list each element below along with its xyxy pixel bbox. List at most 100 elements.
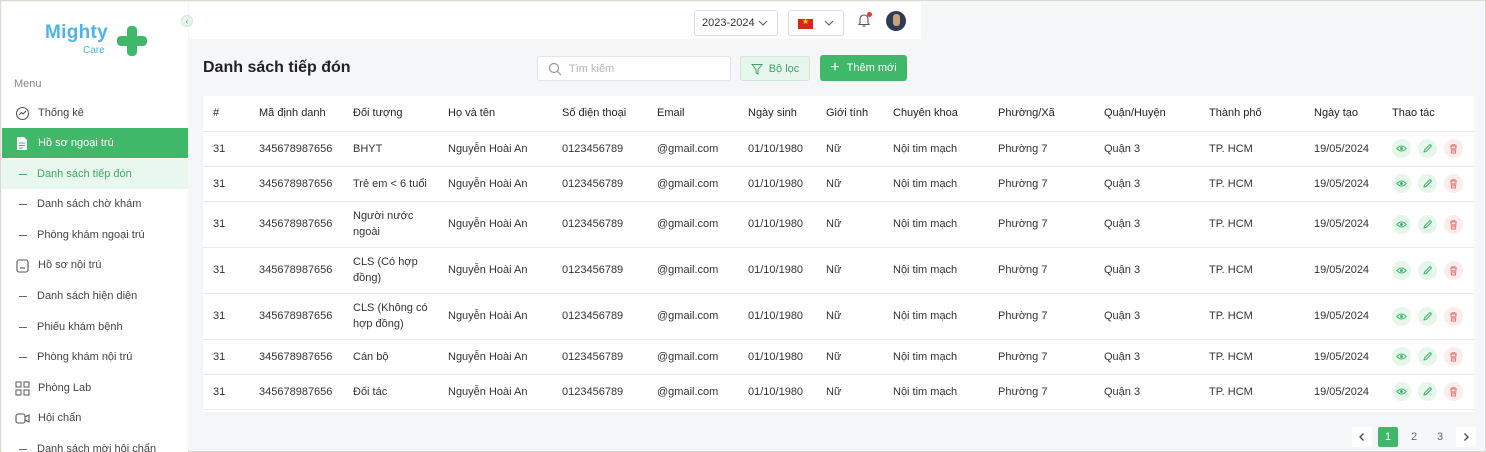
- table-row[interactable]: 31 345678987656 Đối tác Nguyễn Hoài An 01234…: [203, 374, 1474, 410]
- table-cell: Nguyễn Hoài An: [438, 201, 552, 248]
- table-cell: Phường 7: [988, 293, 1094, 340]
- trash-icon: [1450, 352, 1457, 362]
- table-cell: Quận 3: [1094, 293, 1199, 340]
- logo[interactable]: Mighty Care: [42, 20, 152, 60]
- table-cell: Nữ: [816, 374, 883, 410]
- view-button[interactable]: [1392, 306, 1411, 326]
- view-button[interactable]: [1392, 347, 1411, 366]
- page-button[interactable]: 2: [1404, 427, 1424, 447]
- pagination: 123: [1352, 427, 1476, 447]
- table-row[interactable]: 31 345678987656 BHYT Nguyễn Hoài An 01234567…: [203, 131, 1474, 167]
- table-cell: Nguyễn Hoài An: [438, 374, 552, 410]
- filter-button-label: Bộ lọc: [768, 62, 800, 75]
- eye-icon: [1396, 145, 1407, 152]
- table-cell: Nữ: [816, 131, 883, 167]
- edit-button[interactable]: [1418, 306, 1437, 326]
- delete-button[interactable]: [1444, 214, 1463, 234]
- table-cell: TP. HCM: [1199, 247, 1304, 294]
- sidebar-item-danh-sach-moi-hoi-chan[interactable]: Danh sách mời hội chẩn: [2, 434, 188, 452]
- dash-icon: [19, 356, 27, 358]
- sidebar-item-phong-kham-noi-tru[interactable]: Phòng khám nội trú: [2, 342, 188, 372]
- document-icon: [14, 135, 30, 151]
- sidebar-item-label: Danh sách hiện diện: [37, 290, 138, 302]
- sidebar-item-phieu-kham-benh[interactable]: Phiếu khám bệnh: [2, 312, 188, 342]
- table-cell: TP. HCM: [1199, 339, 1304, 375]
- table-cell: Quận 3: [1094, 339, 1199, 375]
- sidebar-item-label: Hội chẩn: [38, 412, 82, 424]
- search-input[interactable]: [569, 62, 719, 75]
- add-new-button-label: Thêm mới: [846, 62, 897, 74]
- table-row[interactable]: 31 345678987656 Trẻ em < 6 tuổi Nguyễn Hoài…: [203, 166, 1474, 202]
- language-select[interactable]: [788, 10, 844, 36]
- page-button[interactable]: 3: [1430, 427, 1450, 447]
- next-page-button[interactable]: [1456, 427, 1476, 447]
- column-header: Giới tính: [816, 96, 883, 132]
- delete-button[interactable]: [1444, 139, 1463, 158]
- delete-button[interactable]: [1444, 382, 1463, 401]
- edit-button[interactable]: [1418, 347, 1437, 366]
- view-button[interactable]: [1392, 382, 1411, 401]
- table-cell: Quận 3: [1094, 247, 1199, 294]
- edit-button[interactable]: [1418, 382, 1437, 401]
- table-cell: Người nước ngoài: [343, 201, 438, 248]
- view-button[interactable]: [1392, 260, 1411, 280]
- actions-cell: [1382, 247, 1474, 294]
- sidebar-item-phong-lab[interactable]: Phòng Lab: [2, 373, 188, 403]
- sidebar-item-ho-so-noi-tru[interactable]: Hồ sơ nội trú: [2, 250, 188, 280]
- table-cell: Phường 7: [988, 166, 1094, 202]
- delete-button[interactable]: [1444, 347, 1463, 366]
- sidebar-item-phong-kham-ngoai-tru[interactable]: Phòng khám ngoại trú: [2, 220, 188, 250]
- delete-button[interactable]: [1444, 174, 1463, 193]
- prev-page-button[interactable]: [1352, 427, 1372, 447]
- trash-icon: [1450, 387, 1457, 397]
- sidebar-item-hoi-chan[interactable]: Hội chẩn: [2, 403, 188, 433]
- pencil-icon: [1423, 265, 1433, 275]
- dash-icon: [19, 173, 27, 175]
- chevron-right-icon: [1464, 433, 1469, 441]
- year-select[interactable]: 2023-2024: [694, 10, 778, 36]
- table-row[interactable]: 31 345678987656 CLS (Không có hợp đồng) Ngu…: [203, 293, 1474, 340]
- logo-text-mighty: Mighty: [45, 22, 109, 43]
- table-cell: Phường 7: [988, 131, 1094, 167]
- edit-button[interactable]: [1418, 214, 1437, 234]
- edit-button[interactable]: [1418, 260, 1437, 280]
- column-header: Email: [647, 96, 738, 132]
- table-cell: 345678987656: [249, 166, 343, 202]
- dash-icon: [19, 448, 27, 450]
- sidebar-item-danh-sach-hien-dien[interactable]: Danh sách hiện diện: [2, 281, 188, 311]
- view-button[interactable]: [1392, 214, 1411, 234]
- dash-icon: [19, 203, 27, 205]
- filter-button[interactable]: Bộ lọc: [740, 56, 810, 81]
- year-select-value: 2023-2024: [702, 17, 755, 29]
- pencil-icon: [1423, 143, 1433, 153]
- actions-cell: [1382, 131, 1474, 167]
- delete-button[interactable]: [1444, 306, 1463, 326]
- sidebar-item-ho-so-ngoai-tru[interactable]: Hồ sơ ngoại trú: [2, 128, 188, 158]
- table-row[interactable]: 31 345678987656 Người nước ngoài Nguyễn Hoà…: [203, 201, 1474, 248]
- edit-button[interactable]: [1418, 174, 1437, 193]
- table-cell: 0123456789: [552, 166, 647, 202]
- page-button[interactable]: 1: [1378, 427, 1398, 447]
- notification-bell-icon[interactable]: [856, 12, 872, 28]
- trash-icon: [1450, 265, 1457, 275]
- user-avatar[interactable]: [886, 11, 906, 31]
- sidebar-item-danh-sach-tiep-don[interactable]: Danh sách tiếp đón: [2, 159, 188, 189]
- collapse-sidebar-button[interactable]: ‹: [181, 15, 193, 27]
- sidebar-item-thong-ke[interactable]: Thống kê: [2, 98, 188, 128]
- table-row[interactable]: 31 345678987656 CLS (Có hợp đồng) Nguyễn Ho…: [203, 247, 1474, 294]
- view-button[interactable]: [1392, 174, 1411, 193]
- dash-icon: [19, 295, 27, 297]
- table-cell: 19/05/2024: [1304, 131, 1382, 167]
- edit-button[interactable]: [1418, 139, 1437, 158]
- search-box[interactable]: [537, 56, 731, 81]
- pencil-icon: [1423, 219, 1433, 229]
- trash-icon: [1450, 219, 1457, 229]
- sidebar-item-danh-sach-cho-kham[interactable]: Danh sách chờ khám: [2, 189, 188, 219]
- view-button[interactable]: [1392, 139, 1411, 158]
- add-new-button[interactable]: + Thêm mới: [820, 55, 907, 81]
- pencil-icon: [1423, 351, 1433, 361]
- delete-button[interactable]: [1444, 260, 1463, 280]
- table-row[interactable]: 31 345678987656 Cán bộ Nguyễn Hoài An 012345…: [203, 339, 1474, 375]
- table-cell: 01/10/1980: [738, 166, 816, 202]
- actions-cell: [1382, 339, 1474, 375]
